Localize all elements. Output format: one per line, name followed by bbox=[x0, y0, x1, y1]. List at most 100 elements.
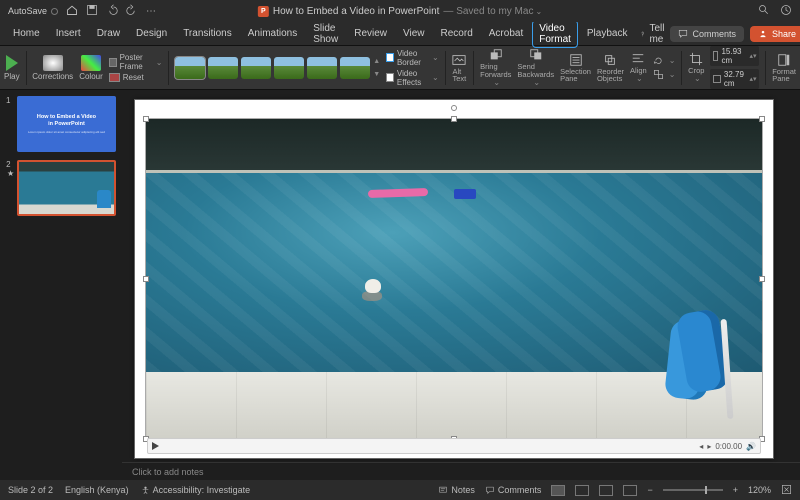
resize-handle[interactable] bbox=[759, 116, 765, 122]
share-button[interactable]: Share bbox=[750, 26, 800, 42]
colour-button[interactable]: Colour bbox=[79, 55, 103, 81]
tab-slide-show[interactable]: Slide Show bbox=[306, 20, 345, 48]
rotate-button[interactable] bbox=[653, 55, 676, 66]
video-step-fwd-icon[interactable]: ▸ bbox=[707, 442, 711, 451]
tab-draw[interactable]: Draw bbox=[90, 25, 127, 42]
status-notes-button[interactable]: Notes bbox=[438, 485, 475, 495]
animation-star-icon: ★ bbox=[7, 169, 14, 178]
status-comments-button[interactable]: Comments bbox=[485, 485, 542, 495]
video-volume-icon[interactable]: 🔊 bbox=[746, 442, 756, 451]
notes-pane[interactable]: Click to add notes bbox=[122, 462, 800, 480]
video-time: 0:00.00 bbox=[715, 442, 742, 451]
quick-access-toolbar: ⋯ bbox=[66, 4, 156, 19]
video-style-3[interactable] bbox=[241, 57, 271, 79]
slide-thumbnails: 1 How to Embed a Video in PowerPoint Lor… bbox=[0, 90, 122, 480]
video-content bbox=[146, 119, 762, 439]
tab-acrobat[interactable]: Acrobat bbox=[482, 25, 530, 42]
undo-icon[interactable] bbox=[106, 4, 118, 19]
alt-text-button[interactable]: Alt Text bbox=[451, 53, 467, 83]
home-icon[interactable] bbox=[66, 4, 78, 19]
status-slide: Slide 2 of 2 bbox=[8, 485, 53, 495]
tab-transitions[interactable]: Transitions bbox=[176, 25, 239, 42]
zoom-slider[interactable] bbox=[663, 489, 723, 491]
view-slideshow-icon[interactable] bbox=[623, 485, 637, 496]
ribbon: Play Corrections Colour Poster Frame Res… bbox=[0, 46, 800, 90]
slide-canvas[interactable]: ◂ ▸ 0:00.00 🔊 bbox=[134, 99, 774, 459]
doc-title: How to Embed a Video in PowerPoint bbox=[273, 6, 440, 17]
fit-window-icon[interactable] bbox=[781, 484, 792, 497]
titlebar: AutoSave ⋯ P How to Embed a Video in Pow… bbox=[0, 0, 800, 22]
video-effects-button[interactable]: Video Effects bbox=[386, 69, 439, 87]
zoom-in-button[interactable]: + bbox=[733, 485, 738, 495]
tab-video-format[interactable]: Video Format bbox=[532, 20, 578, 48]
powerpoint-icon: P bbox=[258, 6, 269, 17]
status-language[interactable]: English (Kenya) bbox=[65, 485, 129, 495]
video-style-1[interactable] bbox=[175, 57, 205, 79]
slide-thumbnail-1[interactable]: How to Embed a Video in PowerPoint Lorem… bbox=[17, 96, 116, 152]
editor-body: 1 How to Embed a Video in PowerPoint Lor… bbox=[0, 90, 800, 480]
view-sorter-icon[interactable] bbox=[575, 485, 589, 496]
tab-review[interactable]: Review bbox=[347, 25, 394, 42]
tab-animations[interactable]: Animations bbox=[241, 25, 304, 42]
tab-home[interactable]: Home bbox=[6, 25, 47, 42]
window-title: P How to Embed a Video in PowerPoint — S… bbox=[258, 6, 542, 17]
resize-handle[interactable] bbox=[759, 276, 765, 282]
tab-insert[interactable]: Insert bbox=[49, 25, 88, 42]
video-border-button[interactable]: Video Border bbox=[386, 49, 439, 67]
saved-status[interactable]: — Saved to my Mac bbox=[443, 6, 542, 17]
video-style-4[interactable] bbox=[274, 57, 304, 79]
reorder-objects-button[interactable]: Reorder Objects bbox=[597, 53, 624, 83]
view-reading-icon[interactable] bbox=[599, 485, 613, 496]
video-step-back-icon[interactable]: ◂ bbox=[699, 442, 703, 451]
play-button[interactable]: Play bbox=[4, 55, 20, 81]
video-style-6[interactable] bbox=[340, 57, 370, 79]
video-styles-gallery[interactable]: ▲▼ bbox=[175, 57, 380, 79]
ribbon-tabs: Home Insert Draw Design Transitions Anim… bbox=[0, 22, 800, 46]
crop-button[interactable]: Crop bbox=[688, 52, 704, 84]
group-button[interactable] bbox=[653, 69, 676, 80]
resize-handle[interactable] bbox=[451, 116, 457, 122]
reset-button[interactable]: Reset bbox=[109, 73, 163, 82]
send-backwards-button[interactable]: Send Backwards bbox=[517, 48, 554, 87]
slide-stage: ◂ ▸ 0:00.00 🔊 Click to add notes bbox=[122, 90, 800, 480]
tab-record[interactable]: Record bbox=[434, 25, 480, 42]
width-input[interactable]: 32.79 cm▴▾ bbox=[710, 69, 759, 89]
history-icon[interactable] bbox=[780, 4, 792, 19]
zoom-level[interactable]: 120% bbox=[748, 485, 771, 495]
format-pane-button[interactable]: Format Pane bbox=[772, 53, 796, 83]
height-input[interactable]: 15.93 cm▴▾ bbox=[710, 46, 759, 66]
video-playback-bar: ◂ ▸ 0:00.00 🔊 bbox=[147, 438, 761, 454]
corrections-button[interactable]: Corrections bbox=[32, 55, 73, 81]
save-icon[interactable] bbox=[86, 4, 98, 19]
bring-forwards-button[interactable]: Bring Forwards bbox=[480, 48, 511, 87]
view-normal-icon[interactable] bbox=[551, 485, 565, 496]
video-play-icon[interactable] bbox=[152, 442, 159, 450]
tell-me-icon[interactable]: Tell me bbox=[640, 23, 668, 45]
tab-playback[interactable]: Playback bbox=[580, 25, 635, 42]
size-inputs: 15.93 cm▴▾ 32.79 cm▴▾ bbox=[710, 46, 759, 89]
gallery-down-icon[interactable]: ▼ bbox=[373, 71, 380, 78]
selection-pane-button[interactable]: Selection Pane bbox=[560, 53, 591, 83]
redo-icon[interactable] bbox=[126, 4, 138, 19]
status-accessibility[interactable]: Accessibility: Investigate bbox=[141, 485, 251, 495]
thumb-number: 1 bbox=[6, 96, 14, 152]
poster-frame-button[interactable]: Poster Frame bbox=[109, 53, 163, 71]
search-icon[interactable] bbox=[758, 4, 770, 19]
video-style-2[interactable] bbox=[208, 57, 238, 79]
gallery-up-icon[interactable]: ▲ bbox=[373, 58, 380, 65]
align-button[interactable]: Align bbox=[630, 52, 647, 84]
more-icon[interactable]: ⋯ bbox=[146, 6, 156, 17]
rotate-handle[interactable] bbox=[451, 105, 457, 111]
resize-handle[interactable] bbox=[143, 116, 149, 122]
slide-thumbnail-2[interactable] bbox=[17, 160, 116, 216]
tab-design[interactable]: Design bbox=[129, 25, 174, 42]
video-style-5[interactable] bbox=[307, 57, 337, 79]
autosave-toggle[interactable]: AutoSave bbox=[8, 6, 58, 16]
tab-view[interactable]: View bbox=[396, 25, 432, 42]
video-object[interactable] bbox=[145, 118, 763, 440]
status-bar: Slide 2 of 2 English (Kenya) Accessibili… bbox=[0, 480, 800, 500]
zoom-out-button[interactable]: − bbox=[647, 485, 652, 495]
comments-button[interactable]: Comments bbox=[670, 26, 744, 42]
resize-handle[interactable] bbox=[143, 276, 149, 282]
thumb-number: 2 bbox=[6, 160, 14, 169]
